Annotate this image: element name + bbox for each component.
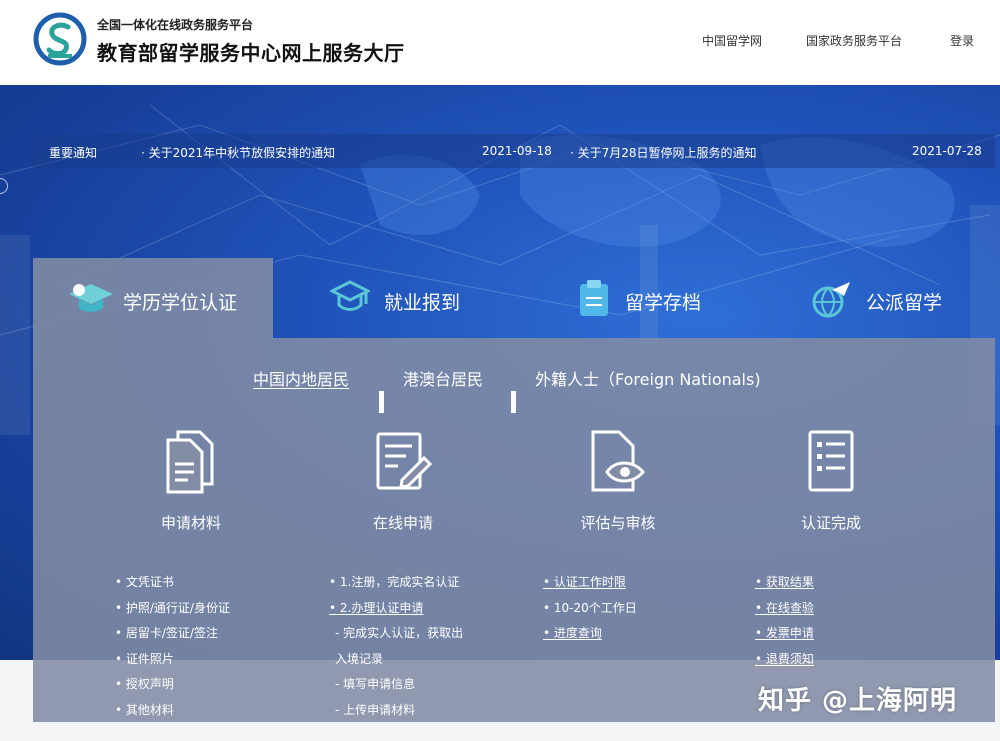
- list-item: • 证件照片: [115, 651, 174, 666]
- review-list: • 认证工作时限 • 10-20个工作日 • 进度查询: [543, 570, 637, 647]
- degree-verification-panel: 中国内地居民 港澳台居民 外籍人士（Foreign Nationals) 申请材…: [33, 338, 995, 722]
- checklist-icon: [808, 430, 854, 492]
- list-item: • 授权声明: [115, 677, 174, 691]
- notice-date-1: 2021-09-18: [482, 144, 552, 158]
- step-label: 申请材料: [160, 514, 221, 532]
- subtab-foreign-nationals[interactable]: 外籍人士（Foreign Nationals): [535, 366, 761, 390]
- list-item-link[interactable]: • 在线查验: [755, 596, 814, 622]
- step-label: 在线申请: [372, 514, 433, 532]
- step-online-application: 在线申请: [303, 428, 503, 533]
- list-item-link[interactable]: • 进度查询: [543, 621, 637, 647]
- step-label: 认证完成: [800, 514, 861, 532]
- archive-folder-icon: [580, 280, 608, 316]
- step-materials: 申请材料: [91, 428, 291, 533]
- materials-list: • 文凭证书 • 护照/通行证/身份证 • 居留卡/签证/签注 • 证件照片 •…: [115, 570, 230, 723]
- subtab-divider: [511, 391, 516, 413]
- subtab-hk-macao-taiwan[interactable]: 港澳台居民: [403, 366, 483, 390]
- tab-degree-verification[interactable]: 学历学位认证: [33, 258, 273, 338]
- step-complete: 认证完成: [731, 428, 931, 533]
- tab-label: 就业报到: [384, 292, 461, 314]
- list-item: 入境记录: [335, 651, 384, 666]
- list-item-link[interactable]: • 退费须知: [755, 647, 814, 673]
- list-item-link[interactable]: • 获取结果: [755, 570, 814, 596]
- list-item: • 居留卡/签证/签注: [115, 626, 218, 640]
- list-item: - 上传申请材料: [335, 702, 416, 717]
- tab-employment-report[interactable]: 就业报到: [320, 258, 520, 338]
- list-item: • 10-20个工作日: [543, 600, 637, 615]
- subtab-mainland[interactable]: 中国内地居民: [253, 366, 349, 390]
- logo-icon[interactable]: [33, 12, 87, 66]
- subtab-divider: [379, 391, 384, 413]
- list-item-link[interactable]: • 2.办理认证申请: [329, 596, 463, 622]
- list-item: - 完成实人认证，获取出: [335, 626, 464, 640]
- tab-label: 公派留学: [866, 292, 943, 314]
- form-edit-icon: [376, 432, 433, 490]
- notice-bar: 重要通知 · 关于2021年中秋节放假安排的通知 2021-09-18 · 关于…: [33, 134, 995, 168]
- document-eye-icon: [591, 430, 645, 492]
- list-item: • 其他材料: [115, 702, 174, 717]
- list-item-link[interactable]: • 认证工作时限: [543, 570, 637, 596]
- site-title[interactable]: 教育部留学服务中心网上服务大厅: [97, 37, 405, 66]
- documents-icon: [166, 430, 214, 494]
- list-item: • 1.注册，完成实名认证: [329, 575, 460, 589]
- graduation-cap-icon: [69, 284, 113, 312]
- tab-label: 学历学位认证: [123, 292, 238, 314]
- notice-date-2: 2021-07-28: [912, 144, 982, 158]
- nav-cscse[interactable]: 中国留学网: [702, 32, 762, 49]
- step-review: 评估与审核: [518, 428, 718, 533]
- platform-name: 全国一体化在线政务服务平台: [97, 18, 254, 32]
- login-link[interactable]: 登录: [950, 32, 974, 49]
- list-item: • 文凭证书: [115, 575, 174, 589]
- mortarboard-icon: [330, 280, 370, 311]
- site-header: 全国一体化在线政务服务平台 教育部留学服务中心网上服务大厅 中国留学网 国家政务…: [0, 0, 1000, 85]
- notice-item-1[interactable]: · 关于2021年中秋节放假安排的通知: [141, 144, 335, 161]
- globe-plane-icon: [812, 282, 850, 318]
- notice-item-2[interactable]: · 关于7月28日暂停网上服务的通知: [570, 144, 757, 161]
- tab-archive[interactable]: 留学存档: [575, 258, 775, 338]
- nav-gov-platform[interactable]: 国家政务服务平台: [806, 32, 902, 49]
- tab-government-sponsored[interactable]: 公派留学: [810, 258, 990, 338]
- step-label: 评估与审核: [580, 514, 656, 532]
- tab-label: 留学存档: [625, 292, 702, 314]
- list-item: • 护照/通行证/身份证: [115, 600, 230, 615]
- notice-label: 重要通知: [49, 146, 98, 160]
- zhihu-watermark: 知乎 @上海阿明: [758, 686, 958, 716]
- list-item: - 填写申请信息: [335, 677, 416, 691]
- list-item-link[interactable]: • 发票申请: [755, 621, 814, 647]
- complete-list: • 获取结果 • 在线查验 • 发票申请 • 退费须知: [755, 570, 814, 672]
- apply-steps-list: • 1.注册，完成实名认证 • 2.办理认证申请 - 完成实人认证，获取出 入境…: [329, 570, 463, 723]
